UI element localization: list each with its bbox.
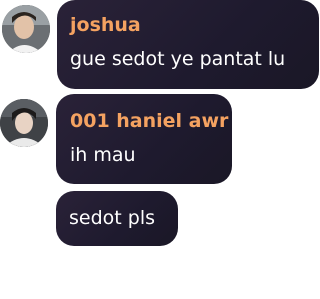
message-bubble: sedot pls [56, 191, 178, 246]
message-bubble: 001 haniel awr ih mau [56, 94, 232, 184]
chat-transcript: joshua gue sedot ye pantat lu 001 haniel… [0, 0, 320, 299]
message-author[interactable]: 001 haniel awr [70, 110, 228, 132]
message-author[interactable]: joshua [70, 14, 141, 36]
user-avatar-icon [2, 5, 50, 53]
message-text: gue sedot ye pantat lu [70, 48, 286, 70]
message-text: ih mau [70, 144, 136, 166]
user-avatar-icon [0, 99, 48, 147]
user-avatar[interactable] [0, 99, 48, 147]
message-text: sedot pls [69, 207, 156, 229]
user-avatar[interactable] [2, 5, 50, 53]
message-bubble: joshua gue sedot ye pantat lu [57, 0, 319, 89]
